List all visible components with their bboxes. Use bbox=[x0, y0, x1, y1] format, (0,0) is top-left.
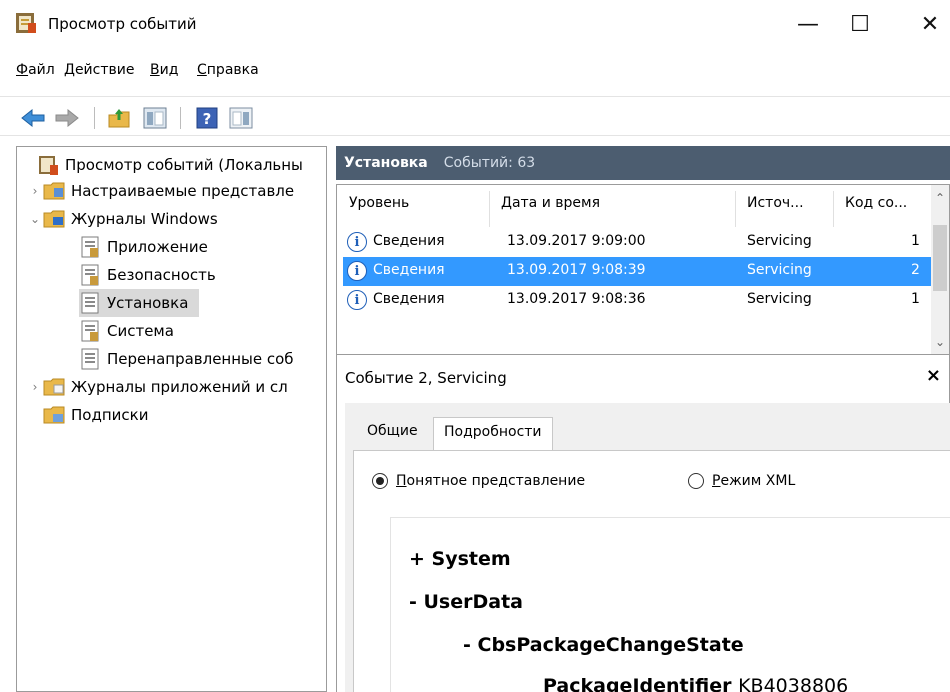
radio-xml-view[interactable]: Режим XML bbox=[688, 473, 795, 489]
tree-item-root[interactable]: Просмотр событий (Локальны bbox=[21, 151, 303, 179]
toolbar-separator bbox=[94, 107, 95, 129]
xml-node-system[interactable]: + System bbox=[409, 548, 511, 570]
xml-node-userdata[interactable]: - UserData bbox=[409, 591, 523, 613]
menu-help[interactable]: Справка bbox=[197, 62, 259, 78]
tab-general[interactable]: Общие bbox=[357, 417, 428, 451]
column-divider[interactable] bbox=[489, 191, 490, 227]
radio-unselected-icon bbox=[688, 473, 704, 489]
tree-item-security[interactable]: Безопасность bbox=[79, 261, 216, 289]
xml-node-cbs[interactable]: - CbsPackageChangeState bbox=[463, 634, 744, 656]
info-icon: i bbox=[347, 290, 367, 310]
radio-selected-icon bbox=[372, 473, 388, 489]
chevron-down-icon[interactable]: ⌄ bbox=[27, 212, 43, 226]
tree-item-setup[interactable]: Установка bbox=[79, 289, 199, 317]
subscriptions-icon bbox=[43, 404, 65, 426]
tree-item-windows-logs[interactable]: ⌄ Журналы Windows bbox=[27, 205, 218, 233]
back-arrow-icon[interactable] bbox=[20, 105, 46, 131]
event-viewer-icon bbox=[14, 11, 38, 35]
chevron-right-icon[interactable]: › bbox=[27, 380, 43, 394]
menu-action[interactable]: Действие bbox=[64, 62, 134, 78]
toolbar-separator bbox=[180, 107, 181, 129]
tree-item-app-services-logs[interactable]: › Журналы приложений и сл bbox=[27, 373, 288, 401]
menu-file[interactable]: Файл bbox=[16, 62, 55, 78]
details-body: Общие Подробности Понятное представление… bbox=[345, 403, 950, 692]
tree-item-subscriptions[interactable]: Подписки bbox=[43, 401, 148, 429]
chevron-right-icon[interactable]: › bbox=[27, 184, 43, 198]
column-header-event-id[interactable]: Код со... bbox=[845, 195, 907, 211]
svg-text:?: ? bbox=[203, 110, 212, 128]
scroll-down-icon[interactable]: ⌄ bbox=[935, 335, 945, 349]
column-header-source[interactable]: Источ... bbox=[747, 195, 804, 211]
xml-field-package-identifier: PackageIdentifier KB4038806 bbox=[543, 675, 849, 692]
scroll-thumb[interactable] bbox=[933, 225, 947, 291]
column-header-level[interactable]: Уровень bbox=[349, 195, 409, 211]
details-title: Событие 2, Servicing bbox=[345, 369, 507, 387]
toolbar: ? bbox=[0, 96, 950, 136]
log-icon bbox=[79, 236, 101, 258]
forward-arrow-icon[interactable] bbox=[54, 105, 80, 131]
close-icon[interactable]: × bbox=[926, 365, 941, 386]
log-icon bbox=[79, 348, 101, 370]
action-pane-icon[interactable] bbox=[228, 105, 254, 131]
minimize-button[interactable]: — bbox=[784, 0, 832, 48]
maximize-button[interactable]: ☐ bbox=[836, 0, 884, 48]
info-icon: i bbox=[347, 232, 367, 252]
scroll-up-icon[interactable]: ⌃ bbox=[935, 191, 945, 205]
tree-item-forwarded-events[interactable]: Перенаправленные соб bbox=[79, 345, 294, 373]
tree-item-system[interactable]: Система bbox=[79, 317, 174, 345]
console-tree: Просмотр событий (Локальны › Настраиваем… bbox=[16, 146, 327, 692]
folder-icon bbox=[43, 180, 65, 202]
log-name: Установка bbox=[344, 155, 428, 171]
event-viewer-icon bbox=[37, 154, 59, 176]
vertical-scrollbar[interactable]: ⌃ ⌄ bbox=[931, 185, 949, 361]
tab-details[interactable]: Подробности bbox=[433, 417, 553, 451]
up-folder-icon[interactable] bbox=[106, 105, 132, 131]
table-row[interactable]: i Сведения 13.09.2017 9:09:00 Servicing … bbox=[343, 228, 935, 257]
show-hide-tree-icon[interactable] bbox=[142, 105, 168, 131]
menu-view[interactable]: Вид bbox=[150, 62, 178, 78]
event-details-pane: Событие 2, Servicing × Общие Подробности… bbox=[336, 354, 950, 692]
tree-item-application[interactable]: Приложение bbox=[79, 233, 208, 261]
folder-icon bbox=[43, 208, 65, 230]
column-divider[interactable] bbox=[833, 191, 834, 227]
results-pane: Установка Событий: 63 Уровень Дата и вре… bbox=[336, 146, 950, 692]
folder-icon bbox=[43, 376, 65, 398]
log-header: Установка Событий: 63 bbox=[336, 146, 950, 180]
title-bar: Просмотр событий — ☐ ✕ bbox=[0, 0, 950, 48]
log-icon bbox=[79, 264, 101, 286]
window-title: Просмотр событий bbox=[48, 15, 197, 33]
table-row[interactable]: i Сведения 13.09.2017 9:08:39 Servicing … bbox=[343, 257, 935, 286]
details-tab-panel: Понятное представление Режим XML + Syste… bbox=[353, 450, 950, 692]
log-icon bbox=[79, 320, 101, 342]
log-icon bbox=[79, 292, 101, 314]
radio-friendly-view[interactable]: Понятное представление bbox=[372, 473, 585, 489]
table-row[interactable]: i Сведения 13.09.2017 9:08:36 Servicing … bbox=[343, 286, 935, 315]
event-count: Событий: 63 bbox=[443, 155, 536, 171]
info-icon: i bbox=[347, 261, 367, 281]
column-header-datetime[interactable]: Дата и время bbox=[501, 195, 600, 211]
column-divider[interactable] bbox=[735, 191, 736, 227]
tree-item-custom-views[interactable]: › Настраиваемые представле bbox=[27, 177, 295, 205]
help-icon[interactable]: ? bbox=[194, 105, 220, 131]
menu-bar: Файл Действие Вид Справка bbox=[0, 62, 950, 88]
friendly-xml-view: + System - UserData - CbsPackageChangeSt… bbox=[390, 517, 950, 692]
close-button[interactable]: ✕ bbox=[906, 0, 950, 48]
